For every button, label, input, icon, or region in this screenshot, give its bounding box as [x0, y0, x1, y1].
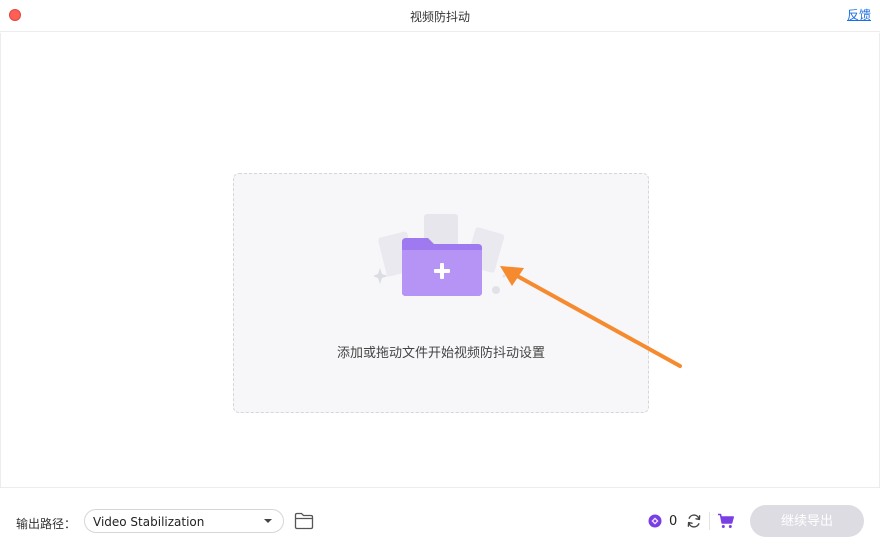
footer-bar: 输出路径： Video Stabilization 0 继续导出 [0, 487, 880, 552]
window-title: 视频防抖动 [409, 10, 470, 24]
divider [709, 512, 710, 530]
dropzone-prompt: 添加或拖动文件开始视频防抖动设置 [336, 346, 545, 361]
folder-plus-icon [374, 214, 506, 296]
title-bar: 视频防抖动 反馈 [0, 0, 880, 32]
cart-icon[interactable] [717, 512, 735, 530]
refresh-icon[interactable] [686, 513, 702, 529]
output-path-value: Video Stabilization [93, 515, 205, 529]
feedback-link[interactable]: 反馈 [847, 6, 871, 23]
continue-export-button[interactable]: 继续导出 [750, 505, 864, 537]
credit-count: 0 [669, 514, 678, 529]
open-folder-icon[interactable] [294, 512, 314, 530]
output-path-select[interactable]: Video Stabilization [84, 509, 284, 533]
file-dropzone[interactable]: 添加或拖动文件开始视频防抖动设置 [233, 173, 649, 413]
output-path-label: 输出路径： [16, 517, 77, 531]
credit-coin-icon [648, 514, 662, 528]
chevron-down-icon [264, 519, 272, 523]
main-area: 添加或拖动文件开始视频防抖动设置 [0, 33, 880, 487]
